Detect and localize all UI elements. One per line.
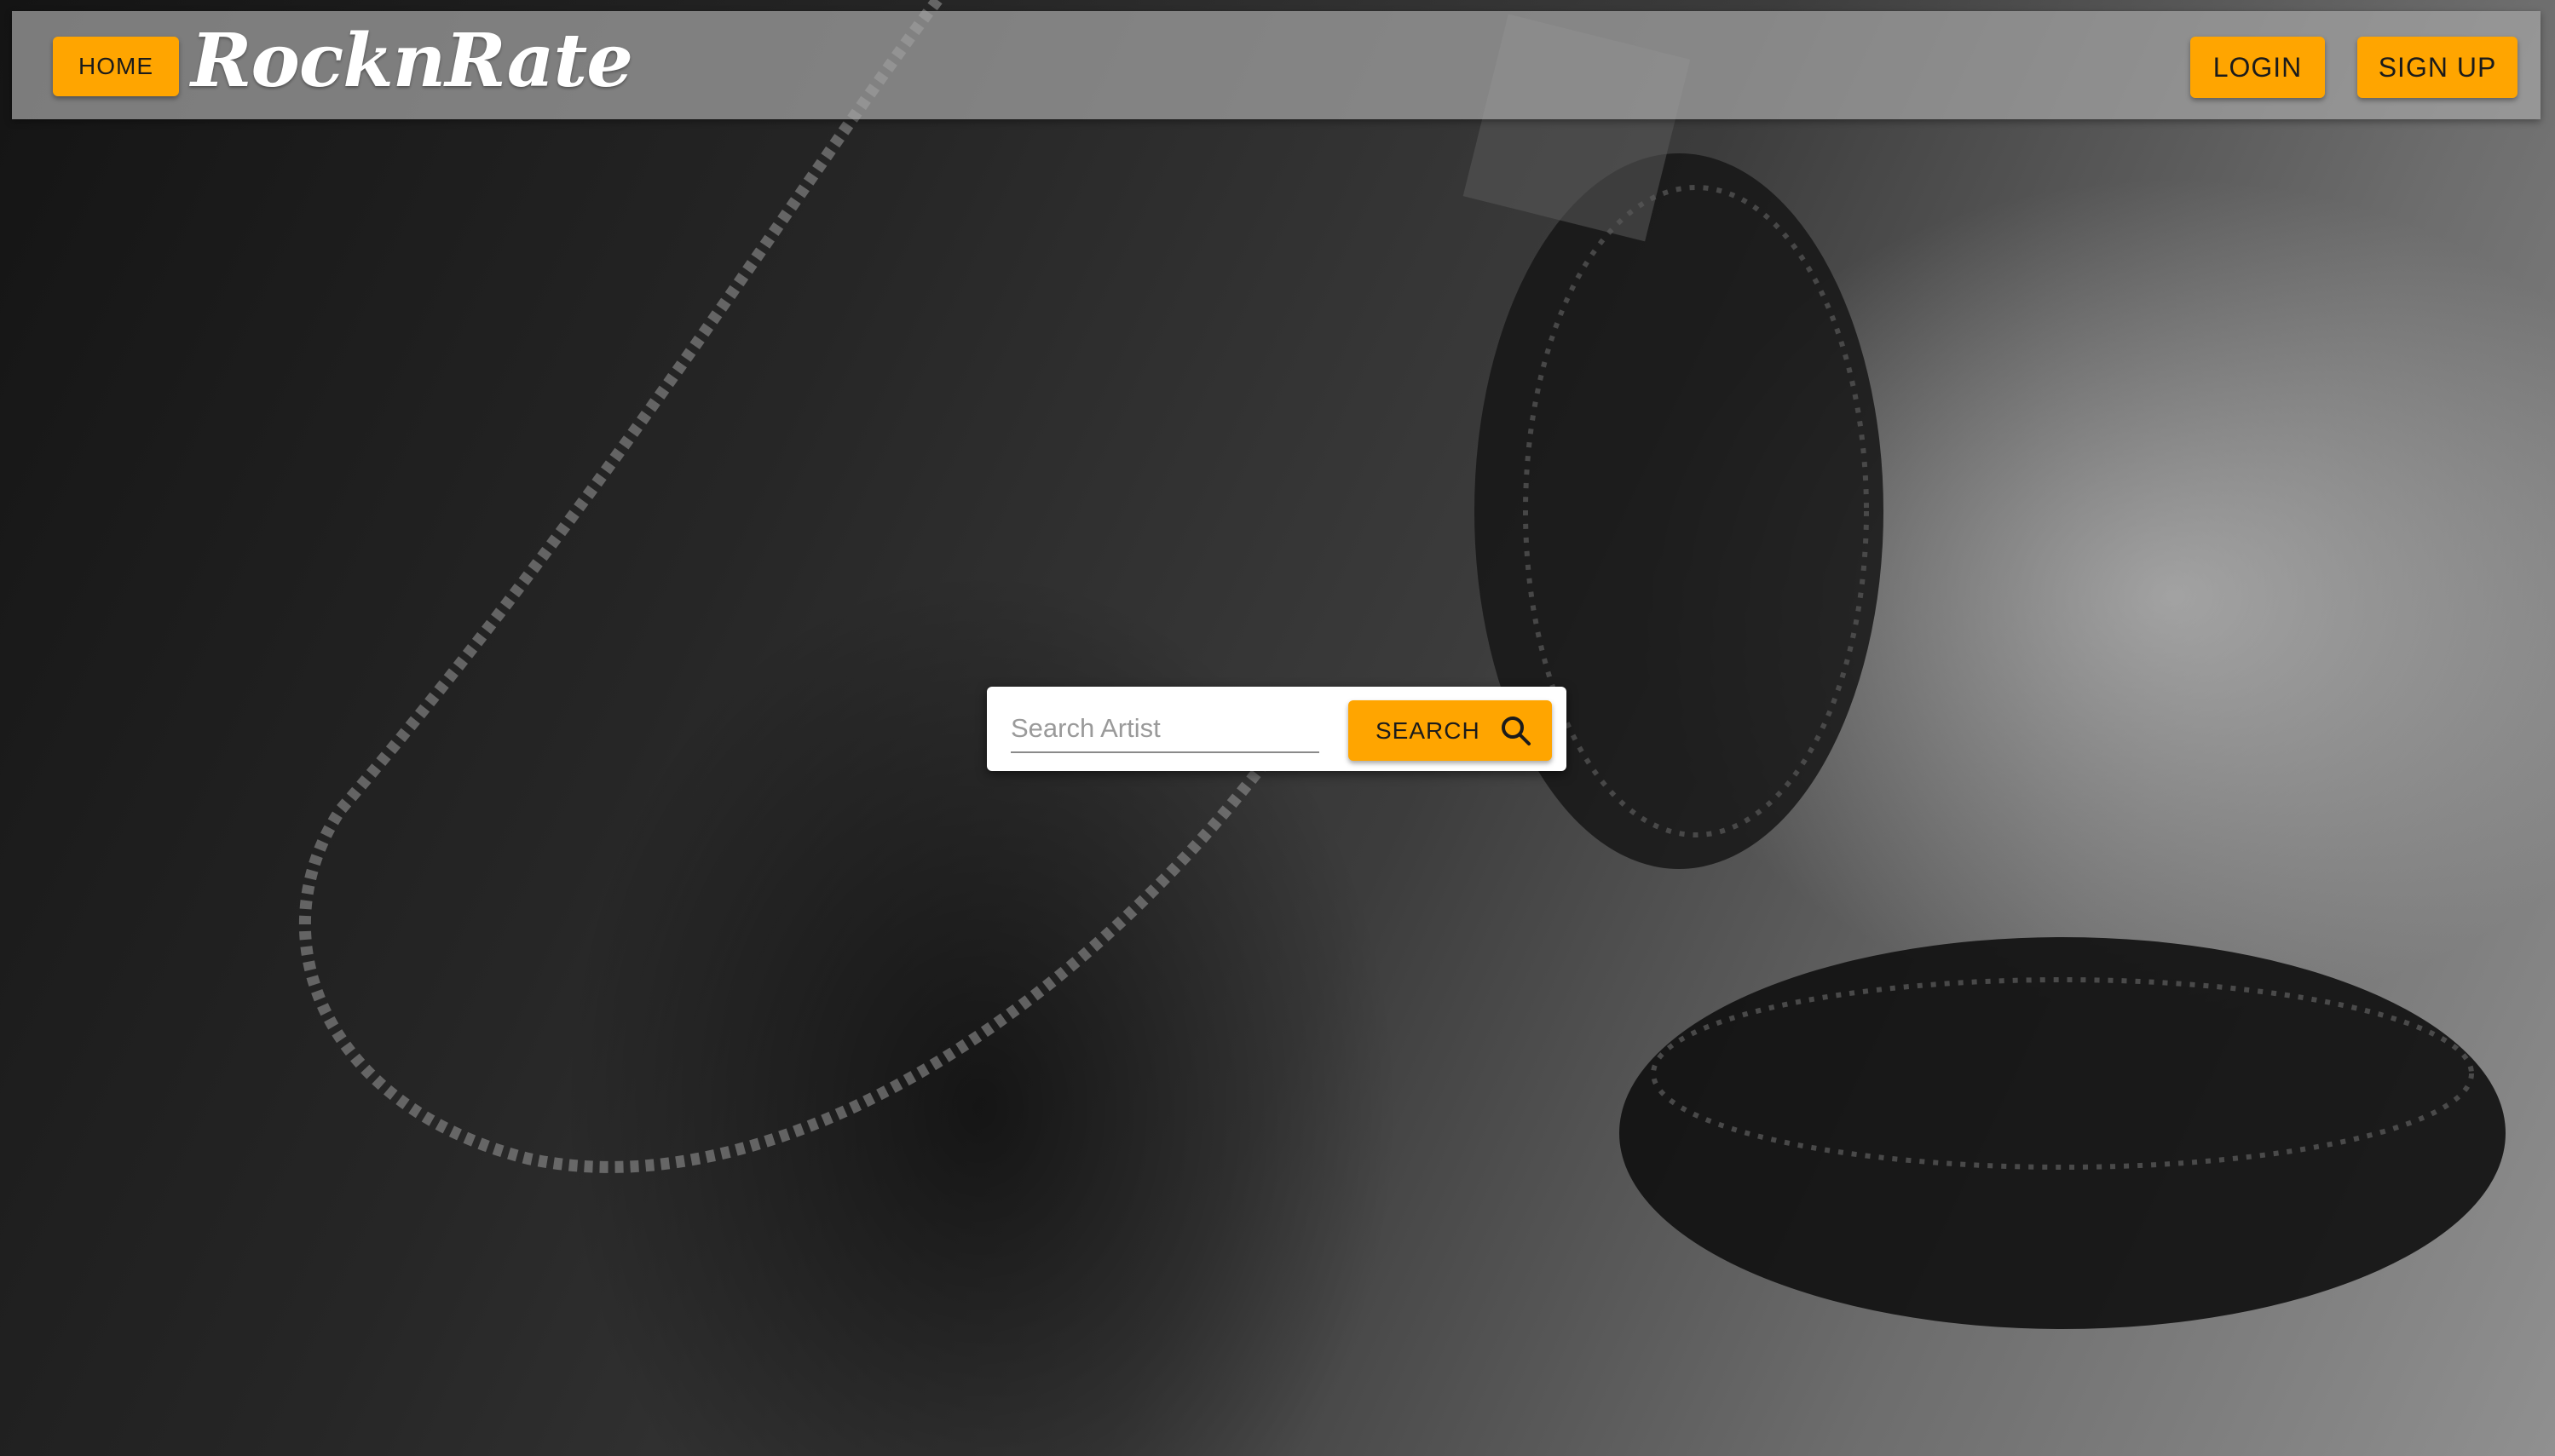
search-button-label: SEARCH (1376, 716, 1480, 744)
search-button[interactable]: SEARCH (1348, 700, 1552, 761)
page-background: HOME RocknRate LOGIN SIGN UP SEARCH (0, 0, 2555, 1456)
search-icon (1499, 714, 1533, 748)
signup-button[interactable]: SIGN UP (2357, 37, 2518, 98)
login-button[interactable]: LOGIN (2190, 37, 2325, 98)
search-artist-input[interactable] (1011, 705, 1319, 753)
top-navbar: HOME RocknRate LOGIN SIGN UP (12, 11, 2541, 119)
brand-logo[interactable]: RocknRate (191, 25, 633, 98)
home-button[interactable]: HOME (53, 37, 179, 96)
search-card: SEARCH (987, 687, 1566, 771)
